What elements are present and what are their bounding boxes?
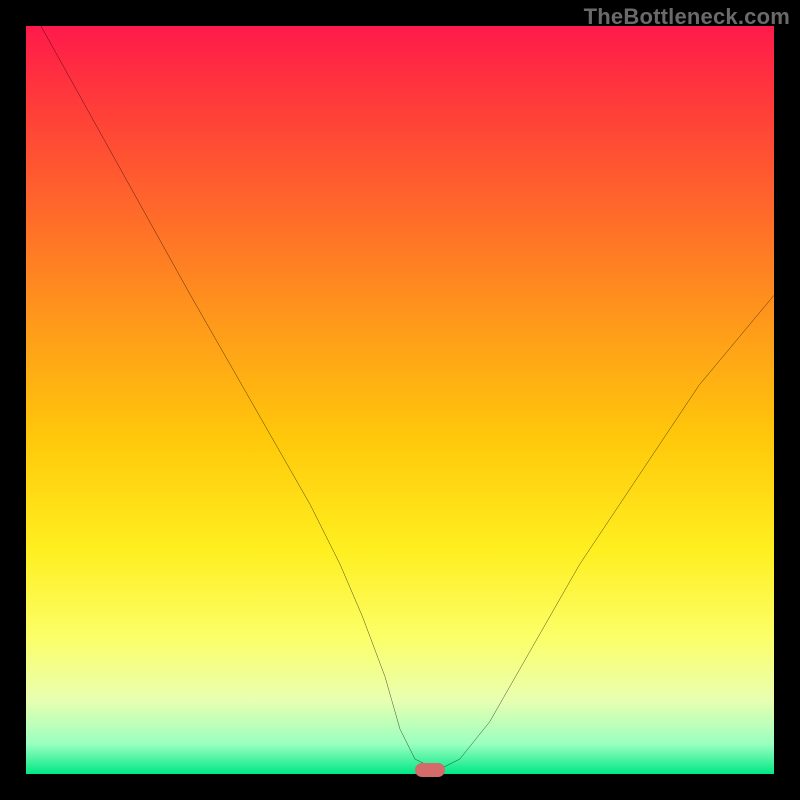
plot-area — [26, 26, 774, 774]
bottleneck-curve — [26, 26, 774, 774]
chart-frame: TheBottleneck.com — [0, 0, 800, 800]
bottleneck-marker — [415, 763, 445, 777]
attribution-text: TheBottleneck.com — [584, 4, 790, 30]
